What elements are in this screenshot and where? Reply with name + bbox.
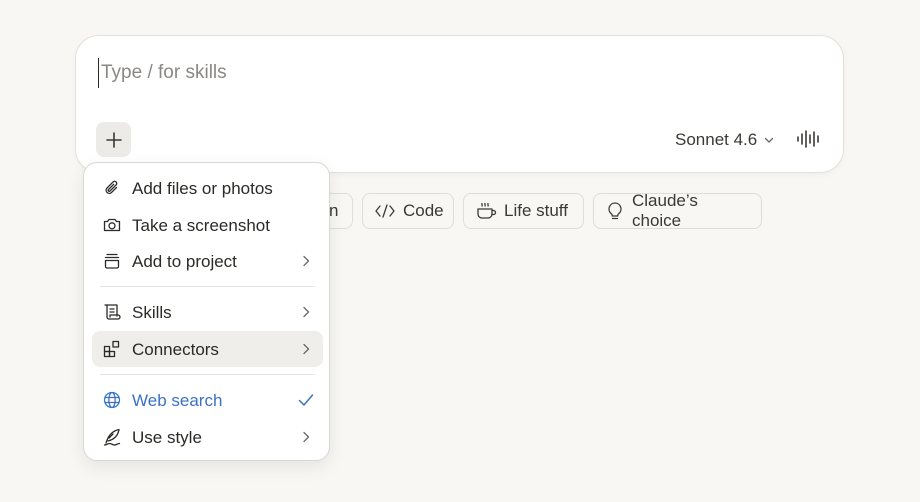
model-label: Sonnet 4.6	[675, 130, 758, 149]
box-icon	[102, 251, 122, 271]
attach-menu: Add files or photos Take a screenshot Ad…	[83, 162, 330, 461]
connectors-icon	[102, 339, 122, 359]
checkmark-icon	[297, 391, 315, 409]
lightbulb-icon	[605, 201, 625, 221]
feather-icon	[102, 427, 122, 447]
voice-mode-button[interactable]	[792, 124, 826, 154]
camera-icon	[102, 215, 122, 235]
code-icon	[374, 202, 396, 220]
menu-item-label: Add files or photos	[132, 179, 273, 198]
menu-divider	[100, 286, 315, 287]
menu-item-take-screenshot[interactable]: Take a screenshot	[92, 207, 323, 243]
chip-label: n	[329, 201, 339, 220]
menu-item-add-to-project[interactable]: Add to project	[92, 243, 323, 279]
menu-item-label: Skills	[132, 303, 172, 322]
chip-label: Claude’s choice	[632, 191, 698, 230]
scroll-icon	[102, 302, 122, 322]
menu-item-label: Add to project	[132, 252, 237, 271]
chip-code[interactable]: Code	[362, 193, 454, 229]
model-selector[interactable]: Sonnet 4.6	[675, 128, 775, 152]
menu-item-label: Use style	[132, 428, 202, 447]
waveform-icon	[795, 128, 823, 150]
chip-label: Code	[403, 201, 444, 220]
menu-divider	[100, 374, 315, 375]
menu-item-skills[interactable]: Skills	[92, 294, 323, 330]
chevron-right-icon	[297, 252, 315, 270]
add-button[interactable]	[96, 122, 131, 157]
menu-item-use-style[interactable]: Use style	[92, 419, 323, 455]
chevron-down-icon	[763, 134, 775, 146]
chip-claudes-choice[interactable]: Claude’s choice	[593, 191, 762, 230]
prompt-input[interactable]	[98, 58, 801, 88]
menu-item-add-files[interactable]: Add files or photos	[92, 170, 323, 206]
plus-icon	[105, 131, 123, 149]
chip-label: Life stuff	[504, 201, 568, 220]
menu-item-web-search[interactable]: Web search	[92, 382, 323, 418]
globe-icon	[102, 390, 122, 410]
chevron-right-icon	[297, 340, 315, 358]
coffee-icon	[475, 201, 497, 221]
chevron-right-icon	[297, 303, 315, 321]
composer: Sonnet 4.6	[75, 35, 844, 173]
chip-life-stuff[interactable]: Life stuff	[463, 193, 584, 229]
menu-item-label: Take a screenshot	[132, 216, 270, 235]
menu-item-label: Web search	[132, 391, 223, 410]
chevron-right-icon	[297, 428, 315, 446]
paperclip-icon	[102, 178, 122, 198]
menu-item-label: Connectors	[132, 340, 219, 359]
menu-item-connectors[interactable]: Connectors	[92, 331, 323, 367]
